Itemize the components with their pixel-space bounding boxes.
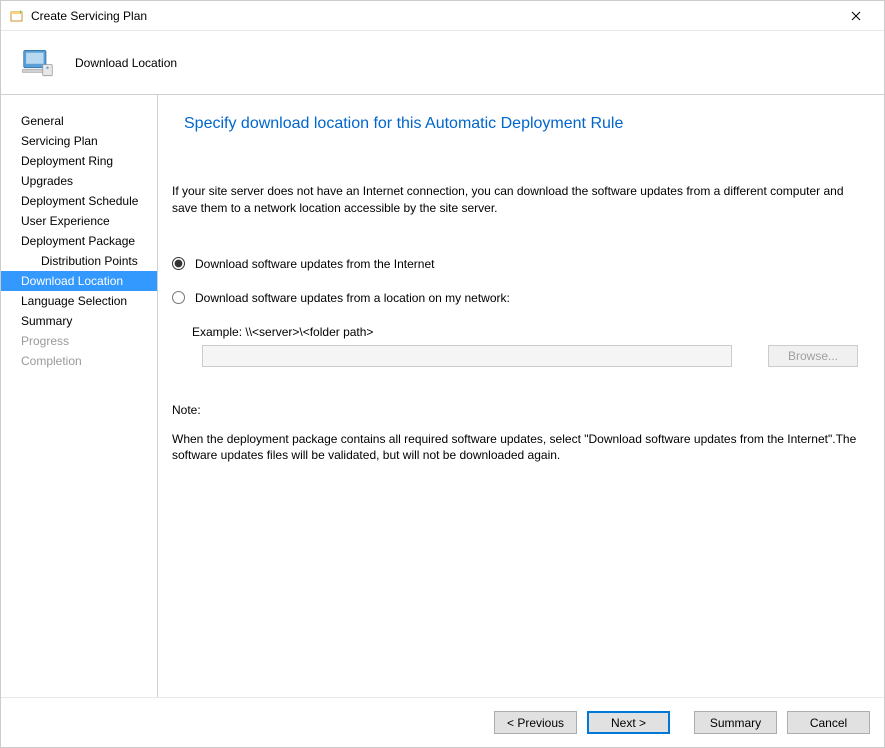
note-section: Note: When the deployment package contai… <box>172 403 858 463</box>
next-button[interactable]: Next > <box>587 711 670 734</box>
radio-internet-label: Download software updates from the Inter… <box>195 257 434 271</box>
radio-group: Download software updates from the Inter… <box>172 257 858 367</box>
example-section: Example: \\<server>\<folder path> Browse… <box>192 325 858 367</box>
sidebar-item-distribution-points[interactable]: Distribution Points <box>1 251 157 271</box>
wizard-body: GeneralServicing PlanDeployment RingUpgr… <box>1 95 884 697</box>
radio-internet[interactable] <box>172 257 185 270</box>
path-input <box>202 345 732 367</box>
computer-icon <box>19 44 57 82</box>
sidebar-item-user-experience[interactable]: User Experience <box>1 211 157 231</box>
radio-network[interactable] <box>172 291 185 304</box>
close-button[interactable] <box>836 2 876 30</box>
sidebar-item-upgrades[interactable]: Upgrades <box>1 171 157 191</box>
wizard-icon <box>9 8 25 24</box>
sidebar-item-deployment-package[interactable]: Deployment Package <box>1 231 157 251</box>
sidebar-item-completion: Completion <box>1 351 157 371</box>
radio-internet-row[interactable]: Download software updates from the Inter… <box>172 257 858 271</box>
note-text: When the deployment package contains all… <box>172 431 858 463</box>
titlebar: Create Servicing Plan <box>1 1 884 31</box>
browse-button: Browse... <box>768 345 858 367</box>
path-row: Browse... <box>202 345 858 367</box>
sidebar-item-download-location[interactable]: Download Location <box>1 271 157 291</box>
sidebar-item-summary[interactable]: Summary <box>1 311 157 331</box>
titlebar-title: Create Servicing Plan <box>31 9 836 23</box>
radio-network-row[interactable]: Download software updates from a locatio… <box>172 291 858 305</box>
previous-button[interactable]: < Previous <box>494 711 577 734</box>
content-panel: Specify download location for this Autom… <box>158 95 884 697</box>
page-heading: Specify download location for this Autom… <box>184 115 858 133</box>
sidebar-item-progress: Progress <box>1 331 157 351</box>
sidebar-item-general[interactable]: General <box>1 111 157 131</box>
footer: < Previous Next > Summary Cancel <box>1 697 884 747</box>
sidebar-item-servicing-plan[interactable]: Servicing Plan <box>1 131 157 151</box>
radio-network-label: Download software updates from a locatio… <box>195 291 510 305</box>
intro-text: If your site server does not have an Int… <box>172 183 858 217</box>
example-label: Example: \\<server>\<folder path> <box>192 325 858 339</box>
sidebar-item-language-selection[interactable]: Language Selection <box>1 291 157 311</box>
sidebar: GeneralServicing PlanDeployment RingUpgr… <box>1 95 158 697</box>
cancel-button[interactable]: Cancel <box>787 711 870 734</box>
header-banner: Download Location <box>1 31 884 95</box>
sidebar-item-deployment-schedule[interactable]: Deployment Schedule <box>1 191 157 211</box>
summary-button[interactable]: Summary <box>694 711 777 734</box>
note-label: Note: <box>172 403 858 417</box>
header-title: Download Location <box>75 56 177 70</box>
sidebar-item-deployment-ring[interactable]: Deployment Ring <box>1 151 157 171</box>
